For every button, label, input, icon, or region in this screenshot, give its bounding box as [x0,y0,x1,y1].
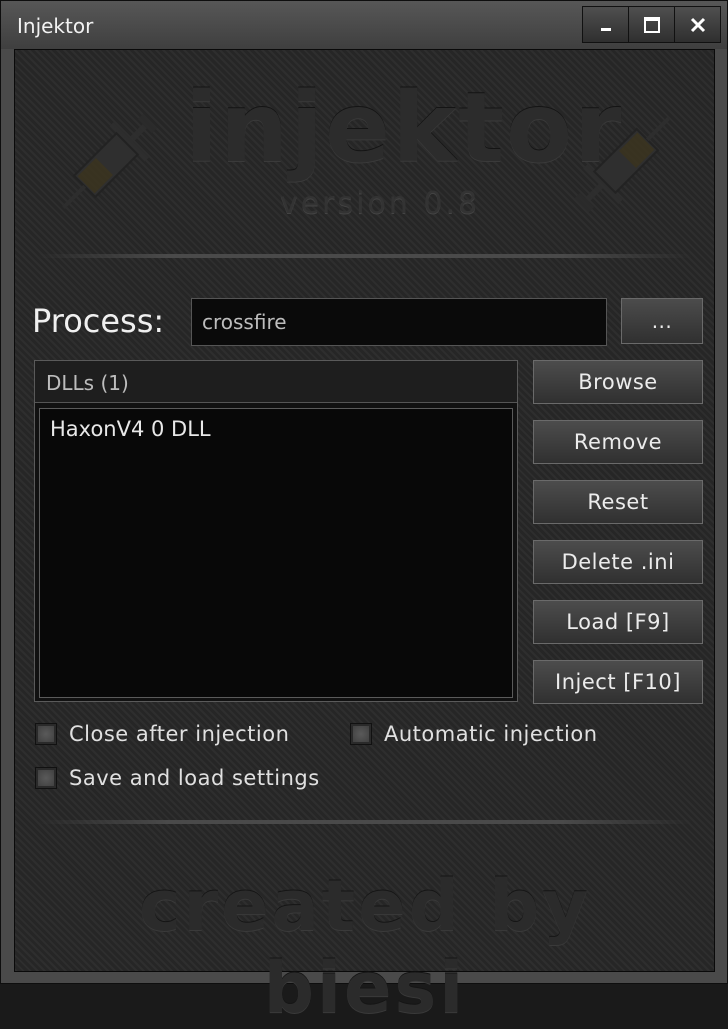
main-panel: injektor version 0.8 Process: ... DLLs (… [14,49,715,1029]
browse-button[interactable]: Browse [533,360,703,404]
checkbox-label: Save and load settings [69,766,320,790]
checkbox-label: Automatic injection [384,722,598,746]
injektor-window: Injektor injektor version 0.8 Process: c… [0,0,728,1029]
list-item[interactable]: HaxonV4 0 DLL [40,409,512,449]
title-bar[interactable]: Injektor [1,1,727,49]
save-and-load-settings-checkbox[interactable]: Save and load settings [35,766,320,790]
minimize-button[interactable] [583,7,629,42]
window-title: Injektor [17,14,94,38]
delete-ini-button[interactable]: Delete .ini [533,540,703,584]
syringe-left-icon [62,113,158,209]
maximize-button[interactable] [629,7,675,42]
maximize-icon [643,16,660,33]
dll-panel: DLLs (1) HaxonV4 0 DLL [34,360,518,702]
load-button[interactable]: Load [F9] [533,600,703,644]
checkbox-label: Close after injection [69,722,290,746]
checkbox-box[interactable] [35,767,57,789]
close-button[interactable] [675,7,720,42]
process-input[interactable] [191,298,607,346]
dll-list-header: DLLs (1) [35,361,517,403]
checkbox-box[interactable] [350,723,372,745]
select-process-button[interactable]: ... [621,298,703,344]
app-version: version 0.8 [279,186,481,221]
remove-button[interactable]: Remove [533,420,703,464]
app-logo: injektor [185,72,624,184]
process-label: Process: [32,302,165,340]
inject-button[interactable]: Inject [F10] [533,660,703,704]
automatic-injection-checkbox[interactable]: Automatic injection [350,722,598,746]
divider-top [37,254,693,258]
dll-list[interactable]: HaxonV4 0 DLL [39,408,513,698]
close-after-injection-checkbox[interactable]: Close after injection [35,722,289,746]
window-controls [582,6,721,43]
close-icon [690,17,705,32]
reset-button[interactable]: Reset [533,480,703,524]
minimize-icon [600,27,611,31]
divider-bottom [37,820,693,824]
checkbox-box[interactable] [35,723,57,745]
credit-text: created by biesi [139,865,591,1029]
